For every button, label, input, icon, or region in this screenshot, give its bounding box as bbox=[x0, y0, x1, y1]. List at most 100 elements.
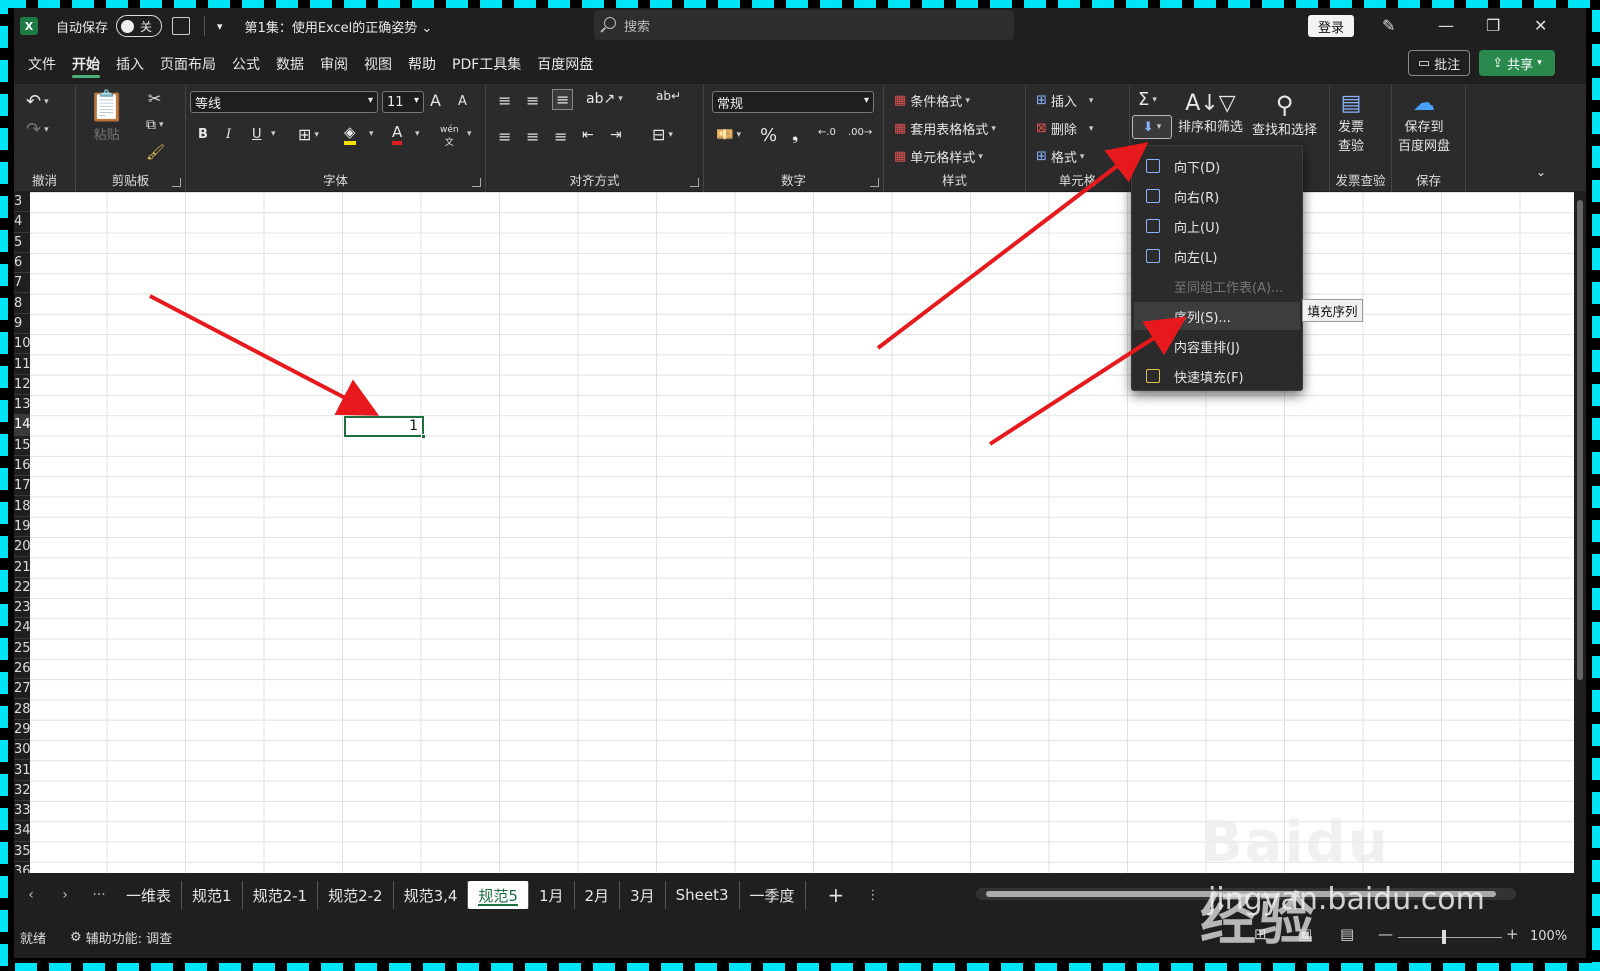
underline-button[interactable]: U bbox=[252, 127, 262, 142]
row-header[interactable]: 35 bbox=[14, 842, 31, 862]
row-header[interactable]: 20 bbox=[14, 537, 31, 558]
row-header[interactable]: 16 bbox=[14, 456, 31, 477]
fill-color-icon[interactable]: ◈ bbox=[344, 123, 356, 145]
menu-item-fill-left[interactable]: 向左(L) bbox=[1134, 242, 1300, 270]
row-header[interactable]: 8 bbox=[14, 294, 30, 314]
delete-cells-button[interactable]: ⊠ 删除 ▾ bbox=[1036, 119, 1093, 138]
sheet-tab[interactable]: 规范2-2 bbox=[318, 881, 394, 909]
row-header[interactable]: 13 bbox=[14, 395, 31, 416]
insert-cells-button[interactable]: ⊞ 插入 ▾ bbox=[1036, 91, 1093, 110]
copy-icon[interactable]: ⧉ ▾ bbox=[146, 117, 164, 133]
row-header[interactable]: 4 bbox=[14, 212, 30, 233]
autosave-toggle[interactable]: 关 bbox=[116, 15, 163, 37]
row-header[interactable]: 31 bbox=[14, 760, 31, 781]
undo-icon[interactable]: ↶ ▾ bbox=[26, 91, 49, 112]
chevron-down-icon[interactable]: ▾ bbox=[464, 129, 472, 139]
orientation-icon[interactable]: ab↗ ▾ bbox=[586, 91, 623, 107]
sheet-tab[interactable]: 一维表 bbox=[116, 881, 183, 909]
more-sheets-icon[interactable]: ··· bbox=[82, 887, 116, 903]
menu-item-flash-fill[interactable]: 快速填充(F) bbox=[1134, 362, 1300, 390]
shrink-font-icon[interactable]: A bbox=[458, 94, 467, 109]
font-name-select[interactable]: 等线 ▾ bbox=[190, 91, 378, 113]
tab-baidu-pan[interactable]: 百度网盘 bbox=[529, 44, 601, 84]
grow-font-icon[interactable]: A bbox=[430, 91, 441, 110]
sheet-tab[interactable]: Sheet3 bbox=[666, 881, 740, 909]
row-header[interactable]: 15 bbox=[14, 436, 31, 456]
cell-grid[interactable] bbox=[30, 192, 1574, 873]
format-painter-icon[interactable]: 🖌 bbox=[146, 143, 165, 161]
sheet-tab[interactable]: 2月 bbox=[575, 881, 621, 909]
row-header[interactable]: 34 bbox=[14, 821, 31, 842]
close-icon[interactable]: ✕ bbox=[1534, 16, 1547, 35]
align-right-icon[interactable]: ≡ bbox=[554, 127, 567, 146]
row-header[interactable]: 30 bbox=[14, 740, 31, 761]
add-sheet-icon[interactable]: + bbox=[828, 883, 845, 907]
menu-item-justify[interactable]: 内容重排(J) bbox=[1134, 332, 1300, 360]
row-header[interactable]: 22 bbox=[14, 578, 31, 598]
format-cells-button[interactable]: ⊞ 格式 ▾ bbox=[1036, 147, 1084, 166]
fill-button[interactable]: ⬇ ▾ bbox=[1132, 115, 1172, 139]
chevron-down-icon[interactable]: ▾ bbox=[412, 129, 420, 139]
row-header[interactable]: 29 bbox=[14, 720, 31, 741]
row-header[interactable]: 5 bbox=[14, 233, 30, 253]
decrease-indent-icon[interactable]: ⇤ bbox=[582, 127, 594, 143]
increase-decimal-icon[interactable]: ←.0 bbox=[818, 127, 836, 138]
paste-button[interactable]: 📋 粘贴 bbox=[88, 89, 125, 143]
row-header[interactable]: 6 bbox=[14, 253, 30, 274]
autosum-icon[interactable]: Σ ▾ bbox=[1138, 89, 1157, 110]
row-header[interactable]: 27 bbox=[14, 679, 31, 700]
vertical-scrollbar[interactable] bbox=[1574, 192, 1586, 873]
minimize-icon[interactable]: — bbox=[1438, 16, 1454, 35]
comments-button[interactable]: ▭ 批注 bbox=[1408, 50, 1470, 76]
row-header[interactable]: 36 bbox=[14, 862, 31, 873]
wrap-text-icon[interactable]: ab↵ bbox=[656, 89, 681, 103]
tab-review[interactable]: 审阅 bbox=[312, 44, 356, 84]
sheet-tab[interactable]: 3月 bbox=[620, 881, 666, 909]
find-select-button[interactable]: ⚲ 查找和选择 bbox=[1252, 91, 1317, 138]
cut-icon[interactable]: ✂ bbox=[148, 89, 161, 108]
row-header[interactable]: 9 bbox=[14, 314, 30, 335]
sheet-tab[interactable]: 一季度 bbox=[740, 881, 806, 909]
zoom-slider-thumb[interactable] bbox=[1442, 930, 1446, 944]
row-header[interactable]: 17 bbox=[14, 476, 31, 497]
clipboard-launcher-icon[interactable] bbox=[172, 178, 181, 187]
chevron-down-icon[interactable]: ▾ bbox=[366, 129, 374, 139]
number-format-select[interactable]: 常规 ▾ bbox=[712, 91, 874, 113]
tab-page-layout[interactable]: 页面布局 bbox=[152, 44, 224, 84]
tab-file[interactable]: 文件 bbox=[20, 44, 64, 84]
restore-icon[interactable]: ❐ bbox=[1486, 16, 1500, 35]
collapse-ribbon-icon[interactable]: ⌄ bbox=[1536, 165, 1546, 179]
merge-center-icon[interactable]: ⊟ ▾ bbox=[652, 125, 673, 144]
row-header[interactable]: 19 bbox=[14, 517, 31, 538]
tab-data[interactable]: 数据 bbox=[268, 44, 312, 84]
fill-handle[interactable] bbox=[421, 434, 426, 439]
row-header[interactable]: 7 bbox=[14, 273, 30, 294]
align-middle-icon[interactable]: ≡ bbox=[526, 91, 539, 110]
zoom-in-icon[interactable]: + bbox=[1506, 925, 1519, 943]
zoom-slider[interactable] bbox=[1398, 937, 1502, 938]
sheet-tab[interactable]: 规范2-1 bbox=[243, 881, 319, 909]
menu-item-series[interactable]: 序列(S)... bbox=[1134, 302, 1300, 330]
sort-filter-button[interactable]: A↓▽ 排序和筛选 bbox=[1178, 91, 1243, 135]
row-header[interactable]: 10 bbox=[14, 334, 31, 355]
search-input[interactable]: 搜索 bbox=[594, 10, 1014, 40]
document-title[interactable]: 第1集：使用Excel的正确姿势 ⌄ bbox=[245, 17, 433, 36]
next-sheet-icon[interactable]: › bbox=[48, 887, 82, 903]
cell-styles-button[interactable]: ▦ 单元格样式 ▾ bbox=[894, 147, 983, 166]
menu-item-fill-down[interactable]: 向下(D) bbox=[1134, 152, 1300, 180]
comma-style-button[interactable]: ❟ bbox=[792, 125, 798, 145]
accounting-format-icon[interactable]: 💴 ▾ bbox=[716, 127, 741, 143]
chevron-down-icon[interactable]: ▾ bbox=[268, 129, 276, 139]
customize-toolbar-icon[interactable]: ▾ bbox=[217, 20, 223, 33]
scroll-thumb[interactable] bbox=[1577, 200, 1583, 680]
format-as-table-button[interactable]: ▦ 套用表格格式 ▾ bbox=[894, 119, 996, 138]
row-header[interactable]: 28 bbox=[14, 700, 31, 720]
row-header[interactable]: 25 bbox=[14, 639, 31, 659]
row-header[interactable]: 21 bbox=[14, 557, 31, 578]
menu-item-fill-up[interactable]: 向上(U) bbox=[1134, 212, 1300, 240]
row-header[interactable]: 23 bbox=[14, 598, 31, 619]
decrease-decimal-icon[interactable]: .00→ bbox=[848, 127, 872, 138]
row-header[interactable]: 3 bbox=[14, 192, 30, 213]
invoice-check-button[interactable]: ▤ 发票 查验 bbox=[1338, 91, 1364, 154]
align-top-icon[interactable]: ≡ bbox=[498, 91, 511, 110]
